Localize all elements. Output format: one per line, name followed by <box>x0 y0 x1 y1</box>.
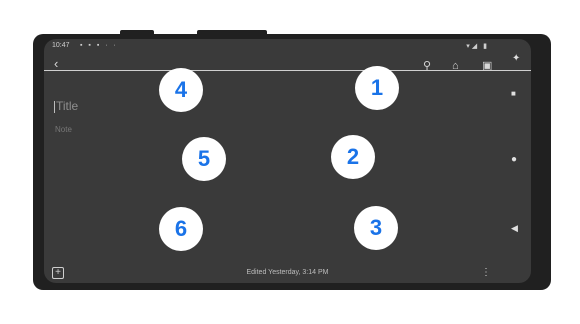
home-circle-icon[interactable]: ● <box>511 154 517 165</box>
note-toolbar: ‹ ⚲ ⌂ ▣ <box>44 55 531 77</box>
title-placeholder: Title <box>56 99 79 113</box>
marker-5: 5 <box>182 137 226 181</box>
phone-screen: 10:47 ▪ ▪ ▪ · · ▾◢ ▮ ‹ ⚲ ⌂ ▣ Title Note … <box>44 39 531 283</box>
notification-icons: ▪ ▪ ▪ · · <box>80 42 118 49</box>
status-bar: 10:47 ▪ ▪ ▪ · · ▾◢ ▮ <box>44 39 531 53</box>
back-arrow-icon[interactable]: ‹ <box>54 57 58 70</box>
volume-button <box>120 30 154 36</box>
marker-2: 2 <box>331 135 375 179</box>
more-options-icon[interactable]: ⋮ <box>481 267 491 278</box>
marker-4: 4 <box>159 68 203 112</box>
marker-3: 3 <box>354 206 398 250</box>
edited-timestamp: Edited Yesterday, 3:14 PM <box>246 269 329 276</box>
marker-6: 6 <box>159 207 203 251</box>
text-cursor <box>54 100 55 113</box>
title-field[interactable]: Title <box>54 99 174 113</box>
marker-1: 1 <box>355 66 399 110</box>
toolbar-divider <box>44 70 531 71</box>
power-button <box>197 30 267 36</box>
recents-square-icon[interactable]: ■ <box>511 89 516 98</box>
bottom-bar: + Edited Yesterday, 3:14 PM ⋮ <box>44 263 531 283</box>
signal-battery-icons: ▾◢ ▮ <box>466 43 489 50</box>
accessibility-icon[interactable]: ✦ <box>512 53 520 64</box>
status-time: 10:47 <box>52 42 70 49</box>
nav-back-icon[interactable]: ◀ <box>511 223 518 234</box>
note-body-field[interactable]: Note <box>55 125 72 134</box>
